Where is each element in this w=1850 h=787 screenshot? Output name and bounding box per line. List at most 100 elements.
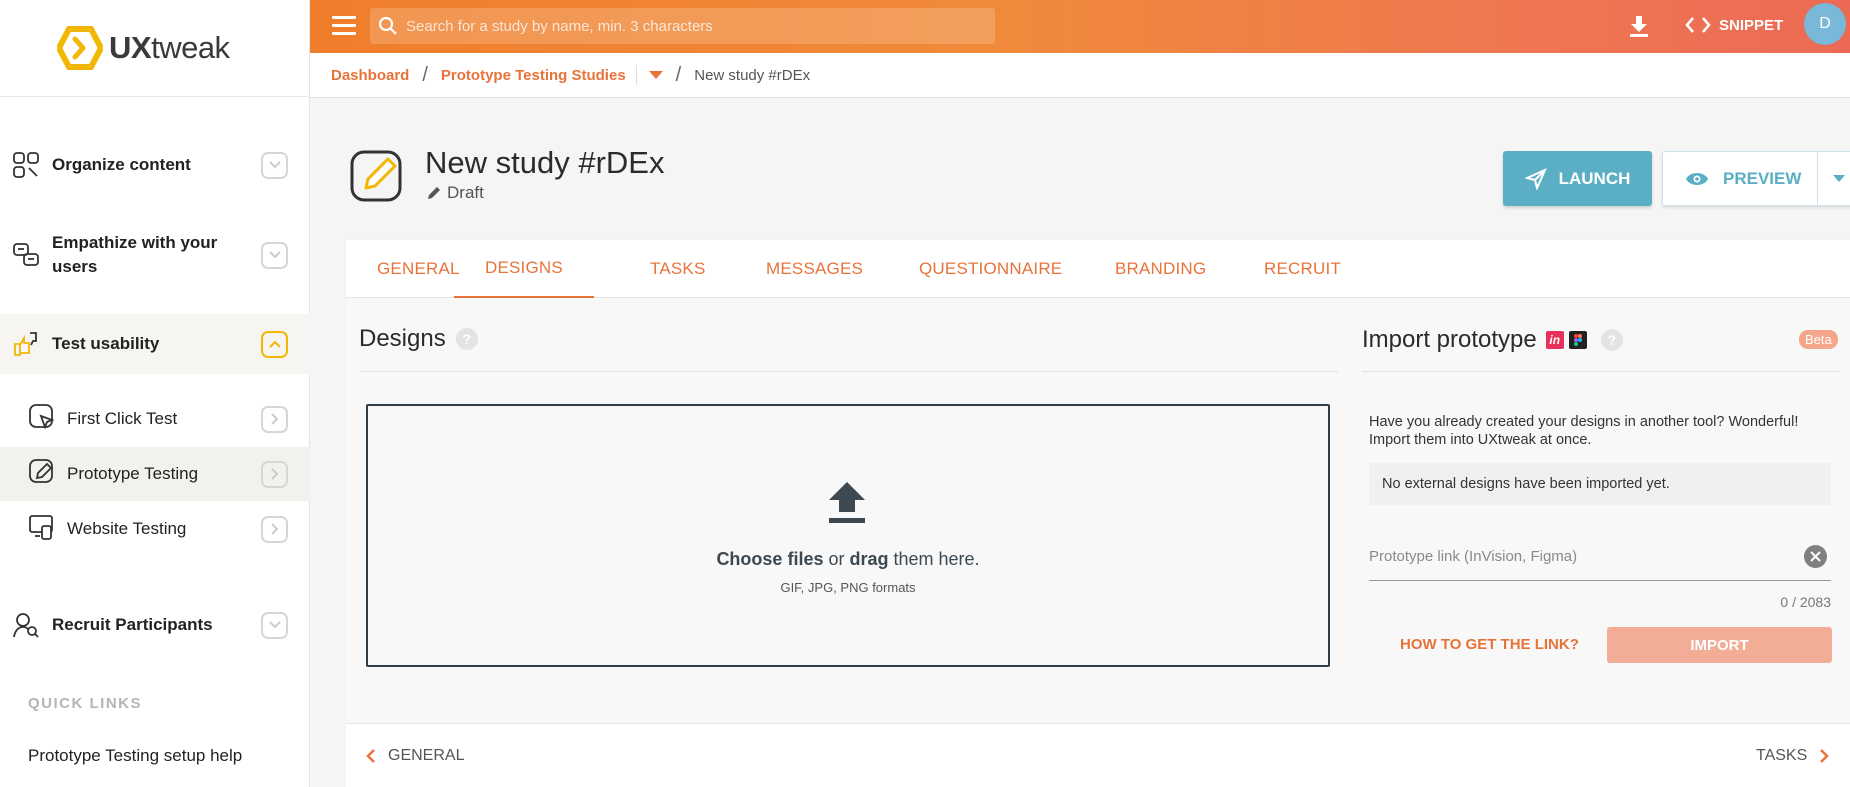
organize-icon [10,149,42,181]
caret-down-icon [1832,175,1845,182]
chevron-right-icon[interactable] [261,405,288,433]
clear-icon[interactable] [1804,545,1827,568]
chevron-right-icon[interactable] [261,460,288,488]
nav-label: Organize content [52,155,191,174]
next-step-label: TASKS [1756,747,1808,764]
tab-designs[interactable]: DESIGNS [454,240,594,298]
choose-files-link[interactable]: Choose files [716,549,823,569]
sidebar-item-prototype-testing[interactable]: Prototype Testing [0,447,310,501]
import-title: Import prototype [1362,326,1537,353]
nav-label: Empathize with your users [52,233,218,276]
sidebar-item-label: Website Testing [67,519,187,538]
search-box[interactable] [370,8,995,44]
nav-label: Recruit Participants [52,615,213,634]
prototype-icon [27,457,57,492]
next-step-button[interactable]: TASKS [1756,747,1830,765]
help-icon[interactable]: ? [455,328,478,350]
file-dropzone[interactable]: Choose files or drag them here. GIF, JPG… [366,404,1330,667]
pencil-icon [428,187,440,199]
top-bar: SNIPPET D [310,0,1850,53]
sidebar-item-first-click-test[interactable]: First Click Test [0,392,310,446]
code-icon [1685,17,1711,33]
snippet-label: SNIPPET [1719,16,1784,34]
tab-messages[interactable]: MESSAGES [766,240,863,298]
no-external-designs: No external designs have been imported y… [1369,463,1831,505]
invision-icon: in [1545,331,1564,349]
launch-label: LAUNCH [1558,168,1631,188]
send-icon [1524,167,1547,190]
nav-empathize[interactable]: Empathize with your users [0,230,310,280]
divider [359,371,1338,372]
figma-icon [1568,331,1587,349]
avatar[interactable]: D [1804,3,1846,45]
page-title: New study #rDEx [425,145,665,180]
preview-button[interactable]: PREVIEW [1662,151,1850,206]
breadcrumb-separator: / [422,63,428,86]
help-icon[interactable]: ? [1600,329,1623,351]
dropzone-formats: GIF, JPG, PNG formats [780,580,916,595]
recruit-icon [10,609,42,641]
previous-step-button[interactable]: GENERAL [366,747,464,765]
chevron-right-icon[interactable] [261,515,288,543]
chevron-right-icon [1820,749,1830,763]
preview-dropdown[interactable] [1817,152,1850,205]
sidebar-item-website-testing[interactable]: Website Testing [0,502,310,556]
snippet-button[interactable]: SNIPPET [1685,16,1783,34]
step-navigation: GENERAL TASKS [346,723,1850,787]
study-status[interactable]: Draft [427,183,484,203]
tab-bar: GENERAL DESIGNS TASKS MESSAGES QUESTIONN… [346,240,1850,298]
chevron-up-icon[interactable] [261,330,288,358]
upload-icon [828,482,866,531]
sidebar: UXtweak Organize content Empathize with … [0,0,310,787]
prototype-link-input[interactable] [1369,541,1789,571]
breadcrumb-section[interactable]: Prototype Testing Studies [441,67,626,84]
chevron-left-icon [366,749,375,763]
character-counter: 0 / 2083 [1780,594,1831,610]
quick-links-heading: QUICK LINKS [28,695,142,712]
previous-step-label: GENERAL [388,747,465,764]
chevron-down-icon[interactable] [261,611,288,639]
logo-text: UXtweak [109,30,230,65]
tab-tasks[interactable]: TASKS [650,240,705,298]
search-icon [378,16,397,35]
import-heading: Import prototype in ? [1362,326,1623,354]
chevron-down-icon[interactable] [261,151,288,179]
thumbs-icon [10,328,42,360]
nav-organize-content[interactable]: Organize content [0,147,310,183]
nav-test-usability[interactable]: Test usability [0,314,310,374]
logo[interactable]: UXtweak [0,0,309,97]
launch-button[interactable]: LAUNCH [1503,151,1652,206]
nav-recruit-participants[interactable]: Recruit Participants [0,607,310,643]
prototype-study-icon [348,146,406,209]
sidebar-item-label: Prototype Testing [67,464,199,483]
preview-label: PREVIEW [1723,168,1802,188]
prototype-link-field[interactable] [1369,541,1831,581]
breadcrumb-current: New study #rDEx [694,66,811,84]
uxtweak-logo-icon [57,26,103,70]
chevron-down-icon[interactable] [261,241,288,269]
eye-icon [1686,172,1708,185]
tab-questionnaire[interactable]: QUESTIONNAIRE [919,240,1062,298]
menu-icon[interactable] [332,16,356,36]
dropzone-text: Choose files or drag them here. [716,549,980,569]
website-icon [27,512,57,547]
designs-heading: Designs ? [359,325,478,353]
tab-general[interactable]: GENERAL [377,240,460,298]
download-icon[interactable] [1628,14,1650,43]
caret-down-icon[interactable] [635,65,663,85]
tab-recruit[interactable]: RECRUIT [1264,240,1341,298]
nav-label: Test usability [52,334,160,353]
breadcrumb-separator: / [675,63,682,86]
import-button[interactable]: IMPORT [1607,627,1832,663]
beta-badge: Beta [1799,330,1838,349]
divider [1362,371,1840,372]
breadcrumb-dashboard[interactable]: Dashboard [331,67,409,84]
search-input[interactable] [406,17,986,35]
sidebar-item-label: First Click Test [67,409,178,428]
import-description: Have you already created your designs in… [1369,414,1799,448]
designs-title: Designs [359,325,446,352]
quick-link-setup-help[interactable]: Prototype Testing setup help [28,746,242,766]
first-click-icon [27,402,57,437]
how-to-get-link[interactable]: HOW TO GET THE LINK? [1400,636,1579,653]
tab-branding[interactable]: BRANDING [1115,240,1206,298]
